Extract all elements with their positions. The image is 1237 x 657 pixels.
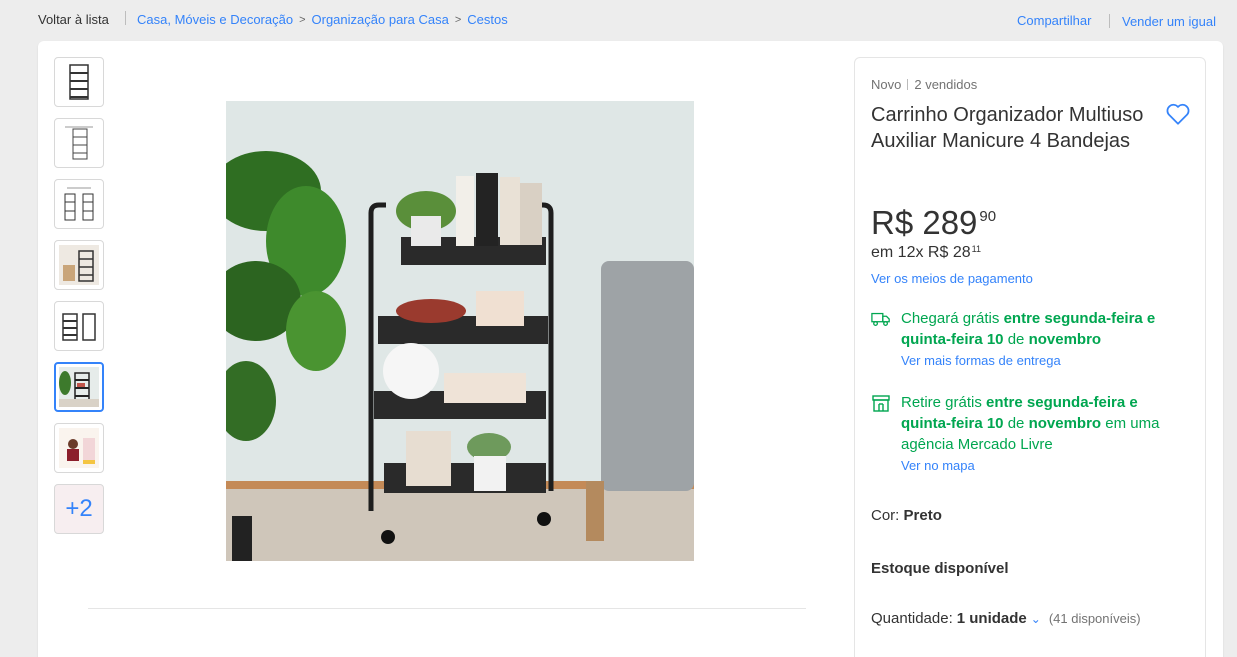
sold-count: 2 vendidos bbox=[914, 77, 978, 92]
quantity-value: 1 unidade bbox=[956, 610, 1027, 627]
main-product-image[interactable] bbox=[226, 101, 694, 561]
chevron-right-icon: > bbox=[454, 13, 462, 26]
pickup-connector: de bbox=[1003, 415, 1029, 432]
color-selection: Cor: Preto bbox=[871, 507, 942, 524]
price-integer: R$ 289 bbox=[871, 204, 978, 241]
price: R$ 289 90 bbox=[871, 204, 996, 242]
thumbnail-7[interactable] bbox=[54, 423, 104, 473]
delivery-info: Chegará grátis entre segunda-feira e qui… bbox=[871, 308, 1191, 368]
separator bbox=[907, 79, 909, 90]
breadcrumb-item-baskets[interactable]: Cestos bbox=[467, 12, 507, 27]
payment-methods-link[interactable]: Ver os meios de pagamento bbox=[871, 271, 1033, 286]
thumbnail-2[interactable] bbox=[54, 118, 104, 168]
delivery-connector: de bbox=[1003, 331, 1029, 348]
more-delivery-options-link[interactable]: Ver mais formas de entrega bbox=[901, 353, 1191, 368]
truck-icon bbox=[871, 312, 890, 326]
rack-outline-icon bbox=[62, 313, 96, 341]
installments-cents: 11 bbox=[971, 244, 981, 254]
quantity-label: Quantidade: bbox=[871, 610, 953, 627]
sell-similar-link[interactable]: Vender um igual bbox=[1122, 14, 1216, 29]
delivery-month: novembro bbox=[1028, 331, 1102, 348]
condition-label: Novo bbox=[871, 77, 902, 92]
chevron-down-icon: ⌄ bbox=[1030, 611, 1041, 626]
pickup-month: novembro bbox=[1028, 415, 1102, 432]
dimension-sheet-icon bbox=[64, 187, 94, 221]
view-map-link[interactable]: Ver no mapa bbox=[901, 458, 1191, 473]
store-icon bbox=[872, 395, 890, 412]
more-images-count: +2 bbox=[65, 495, 93, 522]
rack-photo-icon bbox=[59, 367, 99, 407]
thumbnail-3[interactable] bbox=[54, 179, 104, 229]
thumbnail-6[interactable] bbox=[54, 362, 104, 412]
thumbnail-5[interactable] bbox=[54, 301, 104, 351]
pickup-info: Retire grátis entre segunda-feira e quin… bbox=[871, 392, 1191, 473]
top-bar: Voltar à lista Casa, Móveis e Decoração … bbox=[0, 0, 1237, 40]
price-cents: 90 bbox=[979, 208, 997, 225]
chevron-right-icon: > bbox=[299, 13, 306, 26]
thumbnail-1[interactable] bbox=[54, 57, 104, 107]
product-meta: Novo 2 vendidos bbox=[871, 77, 977, 92]
breadcrumb-item-home-decor[interactable]: Casa, Móveis e Decoração bbox=[137, 12, 293, 27]
divider bbox=[88, 608, 806, 609]
heart-icon[interactable] bbox=[1165, 102, 1191, 126]
available-count: (41 disponíveis) bbox=[1048, 611, 1141, 626]
back-to-list-link[interactable]: Voltar à lista bbox=[38, 12, 109, 27]
product-photo bbox=[226, 101, 694, 561]
separator bbox=[1109, 14, 1110, 28]
color-value: Preto bbox=[903, 507, 942, 524]
quantity-selector[interactable]: Quantidade: 1 unidade ⌄ (41 disponíveis) bbox=[871, 610, 1141, 627]
promo-icon bbox=[59, 428, 99, 468]
pickup-text: Retire grátis entre segunda-feira e quin… bbox=[901, 392, 1191, 455]
delivery-prefix: Chegará grátis bbox=[901, 310, 1004, 327]
separator bbox=[125, 11, 126, 25]
thumbnail-more[interactable]: +2 bbox=[54, 484, 104, 534]
pickup-prefix: Retire grátis bbox=[901, 394, 987, 411]
share-link[interactable]: Compartilhar bbox=[1017, 13, 1091, 28]
delivery-text: Chegará grátis entre segunda-feira e qui… bbox=[901, 308, 1191, 350]
thumbnail-gallery: +2 bbox=[54, 57, 104, 545]
product-title: Carrinho Organizador Multiuso Auxiliar M… bbox=[871, 104, 1144, 152]
installments: em 12x R$ 28 11 bbox=[871, 244, 981, 262]
room-scene-icon bbox=[59, 245, 99, 285]
shelf-rack-icon bbox=[69, 64, 89, 100]
spec-sheet-icon bbox=[65, 126, 93, 160]
breadcrumb: Casa, Móveis e Decoração > Organização p… bbox=[137, 12, 508, 27]
color-label: Cor: bbox=[871, 507, 904, 524]
buy-box: Novo 2 vendidos Carrinho Organizador Mul… bbox=[854, 57, 1206, 657]
thumbnail-4[interactable] bbox=[54, 240, 104, 290]
installments-text: em 12x R$ 28 bbox=[871, 244, 971, 261]
breadcrumb-item-organization[interactable]: Organização para Casa bbox=[312, 12, 449, 27]
stock-status: Estoque disponível bbox=[871, 560, 1009, 577]
